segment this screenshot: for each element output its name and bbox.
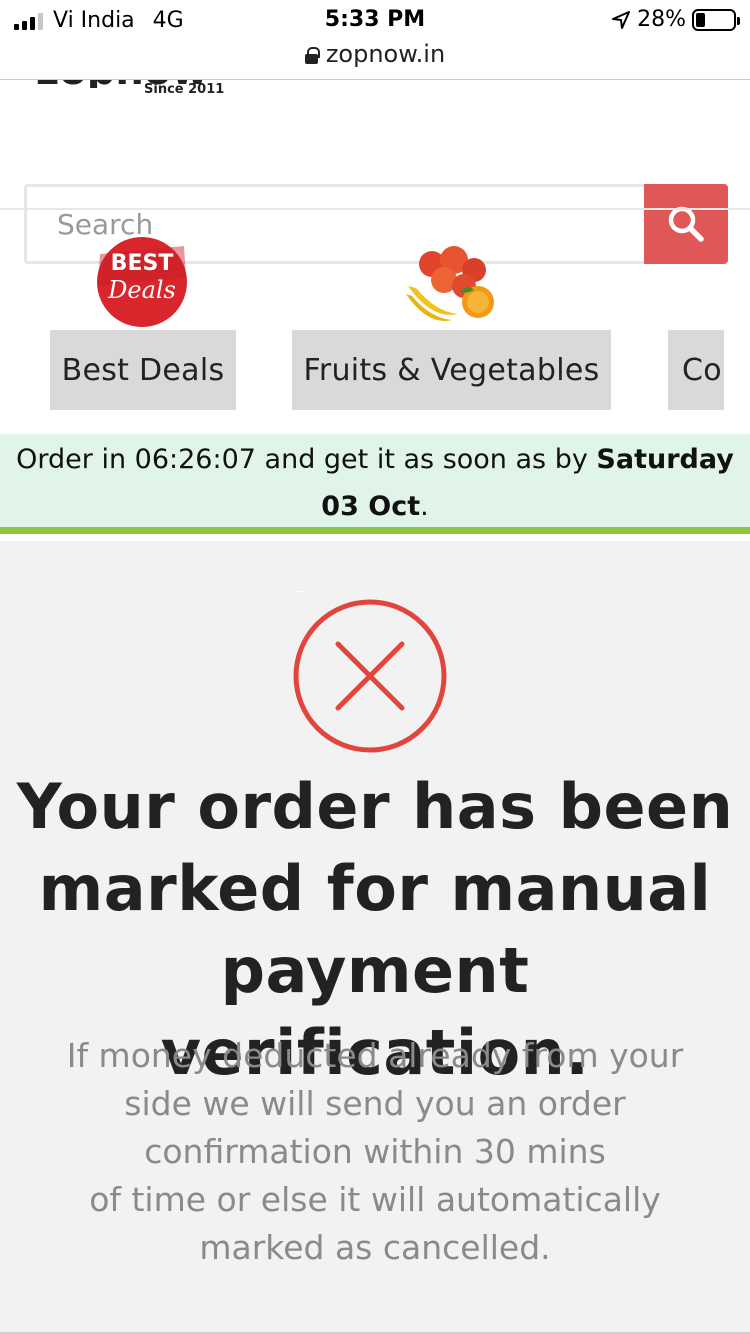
message-line: side we will send you an order — [124, 1084, 626, 1123]
best-deals-badge-line1: BEST — [111, 251, 174, 276]
delivery-countdown: 06:26:07 — [134, 444, 256, 475]
delivery-prefix: Order in — [16, 444, 127, 475]
lock-icon — [304, 47, 320, 64]
battery-percent: 28% — [637, 7, 686, 32]
category-label: Co — [668, 330, 724, 410]
best-deals-badge-line2: Deals — [107, 276, 176, 304]
site-header — [0, 80, 750, 264]
error-x-icon — [293, 599, 447, 753]
best-deals-icon: BEST Deals — [97, 237, 187, 327]
category-carousel[interactable]: BEST Deals Best Deals Fruits & Vegetable… — [0, 212, 750, 434]
delivery-banner: Order in 06:26:07 and get it as soon as … — [0, 434, 750, 534]
order-status-panel: Your order has been marked for manual pa… — [0, 541, 750, 1334]
message-line: of time or else it will automatically — [89, 1180, 661, 1219]
delivery-suffix: . — [420, 491, 429, 522]
category-label: Best Deals — [50, 330, 236, 410]
message-line: marked as cancelled. — [199, 1228, 551, 1267]
url-bar[interactable]: zopnow.in — [0, 40, 750, 80]
delivery-middle: and get it as soon as by — [264, 444, 588, 475]
status-bar: Vi India 4G 5:33 PM 28% — [0, 0, 750, 40]
message-line: If money deducted already from your — [66, 1036, 684, 1075]
battery-icon — [692, 8, 740, 31]
fruits-icon — [406, 246, 494, 321]
order-status-message: If money deducted already from your side… — [40, 1032, 710, 1272]
category-label: Fruits & Vegetables — [292, 330, 611, 410]
message-line: confirmation within 30 mins — [144, 1132, 606, 1171]
url-text: zopnow.in — [325, 40, 446, 68]
location-arrow-icon — [612, 10, 631, 29]
